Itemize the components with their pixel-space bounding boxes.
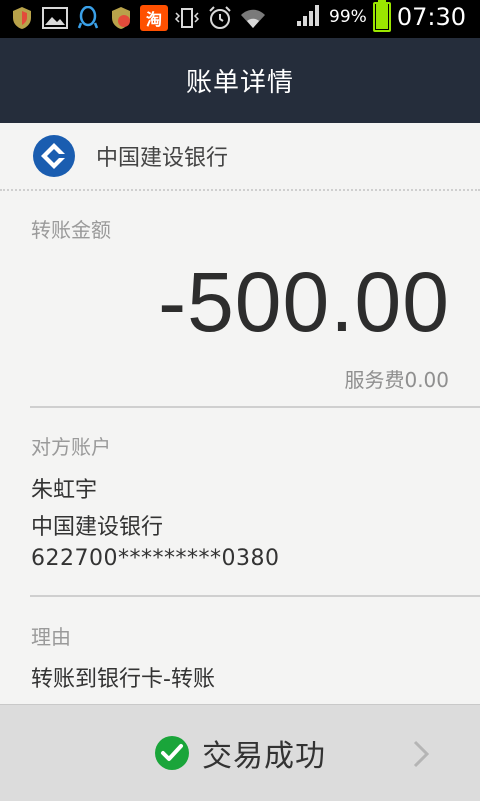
divider [30,406,480,408]
taobao-icon: 淘 [140,5,168,31]
divider [30,595,480,597]
wifi-icon [239,4,267,32]
ccb-logo-icon [33,135,75,177]
alarm-icon [206,4,234,32]
qq-icon [74,4,102,32]
transaction-status-button[interactable]: 交易成功 [0,704,480,801]
title-bar: 账单详情 [0,38,480,123]
bank-header: 中国建设银行 [0,123,480,191]
shield-icon [107,4,135,32]
gallery-icon [41,4,69,32]
status-bar: 淘 99% 07:30 [0,0,480,38]
success-check-icon [155,736,189,770]
bank-name: 中国建设银行 [96,146,229,171]
counterparty-label: 对方账户 [31,435,111,459]
counterparty-bank: 中国建设银行 [31,515,164,540]
counterparty-name: 朱虹宇 [31,478,98,503]
transfer-amount-label: 转账金额 [31,218,111,242]
reason-text: 转账到银行卡-转账 [31,667,215,692]
chevron-right-icon [413,740,430,768]
system-indicators: 99% 07:30 [295,0,466,32]
vibrate-icon [173,4,201,32]
service-fee: 服务费0.00 [344,368,449,392]
reason-label: 理由 [31,625,71,649]
battery-icon [372,0,391,32]
signal-icon [295,2,323,32]
notification-icons: 淘 [8,4,267,32]
battery-percent: 99% [329,7,367,27]
shield-icon [8,4,36,32]
transfer-amount: -500.00 [158,255,450,349]
clock: 07:30 [396,3,466,31]
transaction-status-text: 交易成功 [202,739,326,774]
page-title: 账单详情 [185,68,294,98]
counterparty-account: 622700*********0380 [31,546,280,571]
